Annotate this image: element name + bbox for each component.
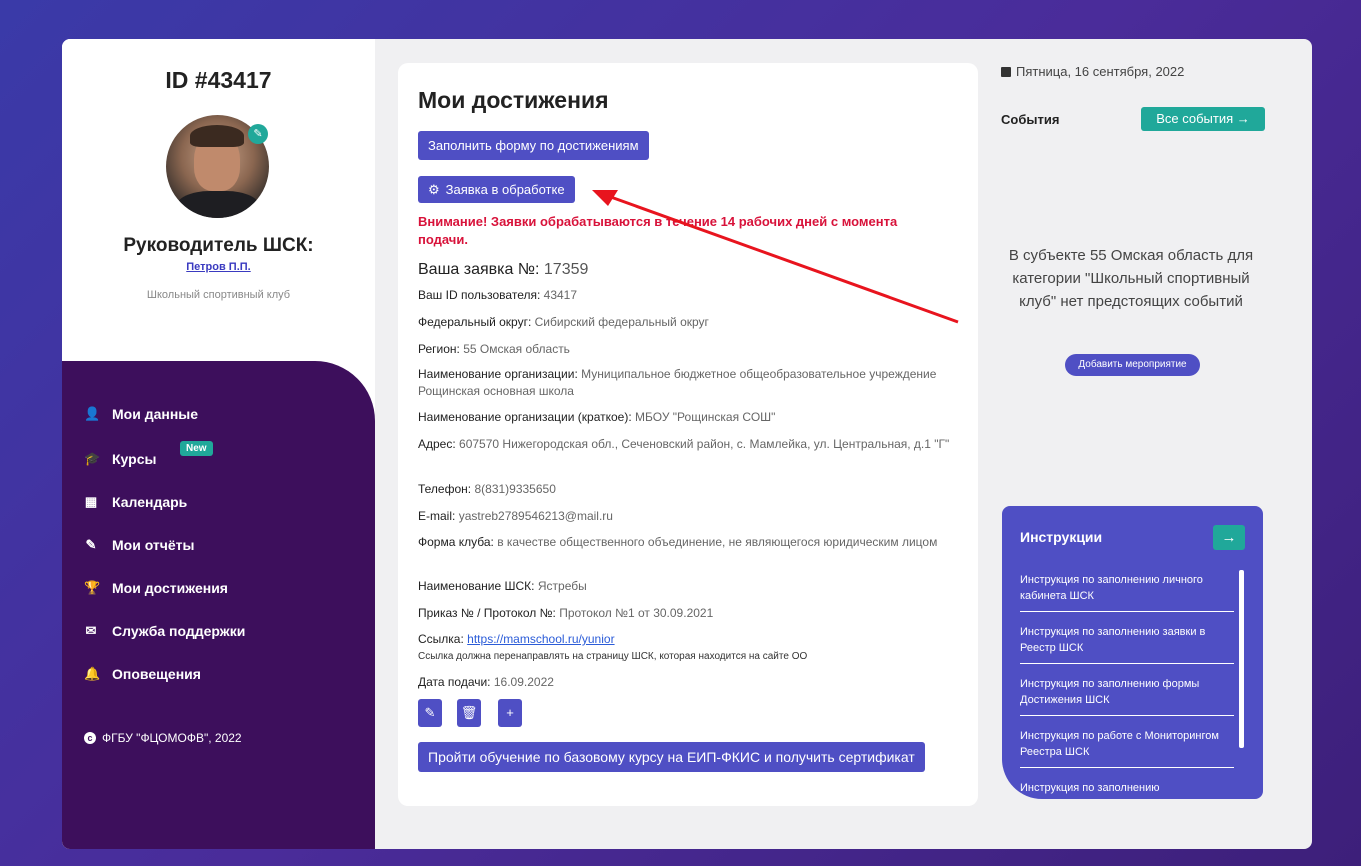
field-federal-district: Федеральный округ: Сибирский федеральный… (418, 315, 709, 329)
instructions-title: Инструкции (1020, 529, 1103, 545)
role-subtitle: Школьный спортивный клуб (146, 289, 291, 301)
add-event-button[interactable]: Добавить мероприятие (1065, 354, 1200, 376)
nav-item-notifications[interactable]: 🔔 Оповещения (84, 666, 201, 682)
field-org-name: Наименование организации: Муниципальное … (418, 367, 937, 398)
trash-icon: 🗑 (460, 705, 478, 720)
instruction-item[interactable]: Инструкция по заполнению (1020, 776, 1234, 799)
field-order: Приказ № / Протокол №: Протокол №1 от 30… (418, 606, 714, 620)
field-phone: Телефон: 8(831)9335650 (418, 482, 556, 496)
field-link: Ссылка: https://mamschool.ru/yunior (418, 632, 615, 646)
course-button[interactable]: Пройти обучение по базовому курсу на ЕИП… (418, 742, 925, 772)
edit-icon: ✎ (85, 537, 97, 552)
instructions-arrow-button[interactable]: → (1213, 525, 1245, 550)
nav-item-achievements[interactable]: 🏆 Мои достижения (84, 580, 228, 596)
field-org-short: Наименование организации (краткое): МБОУ… (418, 410, 776, 424)
copyright-icon: c (84, 732, 96, 744)
field-club-name: Наименование ШСК: Ястребы (418, 579, 587, 593)
envelope-icon: ✉ (85, 623, 97, 638)
sidebar: ID #43417 ✎ Руководитель ШСК: Петров П.П… (62, 39, 375, 849)
edit-avatar-icon[interactable]: ✎ (248, 124, 268, 144)
calendar-icon: ▦ (84, 494, 98, 509)
events-title: События (1001, 112, 1060, 127)
field-submit-date: Дата подачи: 16.09.2022 (418, 675, 554, 689)
page-title: Мои достижения (418, 87, 609, 113)
instruction-item[interactable]: Инструкция по заполнению личного кабинет… (1020, 568, 1234, 612)
edit-button[interactable]: ✎ (418, 699, 442, 727)
instructions-list: Инструкция по заполнению личного кабинет… (1020, 568, 1234, 799)
fill-form-button[interactable]: Заполнить форму по достижениям (418, 131, 649, 160)
bell-icon: 🔔 (84, 666, 101, 681)
nav-item-reports[interactable]: ✎ Мои отчёты (84, 537, 195, 553)
user-id-title: ID #43417 (165, 67, 272, 93)
achievements-card: Мои достижения Заполнить форму по достиж… (398, 63, 978, 806)
calendar-icon (1001, 66, 1011, 77)
nav-item-calendar[interactable]: ▦ Календарь (84, 494, 187, 510)
new-badge: New (180, 441, 213, 456)
user-icon: 👤 (84, 406, 101, 421)
role-name-link[interactable]: Петров П.П. (62, 261, 375, 273)
file-plus-icon: + (506, 705, 514, 720)
warning-text: Внимание! Заявки обрабатываются в течени… (418, 214, 898, 247)
status-button[interactable]: ⚙ Заявка в обработке (418, 176, 575, 203)
graduation-cap-icon: 🎓 (84, 451, 101, 466)
add-file-button[interactable]: + (498, 699, 522, 727)
instruction-item[interactable]: Инструкция по работе с Мониторингом Реес… (1020, 724, 1234, 768)
gear-icon: ⚙ (428, 181, 440, 197)
instruction-item[interactable]: Инструкция по заполнению формы Достижени… (1020, 672, 1234, 716)
all-events-button[interactable]: Все события → (1141, 107, 1265, 131)
instructions-panel: Инструкции → Инструкция по заполнению ли… (1002, 506, 1263, 799)
trophy-icon: 🏆 (84, 580, 101, 595)
field-user-id: Ваш ID пользователя: 43417 (418, 288, 578, 302)
delete-button[interactable]: 🗑 (457, 699, 481, 727)
current-date: Пятница, 16 сентября, 2022 (1001, 64, 1184, 79)
field-address: Адрес: 607570 Нижегородская обл., Сечено… (418, 437, 950, 451)
nav-panel: 👤 Мои данные 🎓 Курсы New ▦ Календарь ✎ М… (62, 361, 375, 849)
field-email: E-mail: yastreb2789546213@mail.ru (418, 509, 613, 523)
application-number: Ваша заявка №: 17359 (418, 261, 589, 278)
nav-item-my-data[interactable]: 👤 Мои данные (84, 406, 198, 422)
field-region: Регион: 55 Омская область (418, 342, 570, 356)
no-events-text: В субъекте 55 Омская область для категор… (1008, 247, 1254, 310)
nav-item-support[interactable]: ✉ Служба поддержки (84, 623, 246, 639)
copyright: c ФГБУ "ФЦОМОФВ", 2022 (84, 731, 242, 745)
field-club-form: Форма клуба: в качестве общественного об… (418, 535, 938, 549)
instruction-item[interactable]: Инструкция по заполнению заявки в Реестр… (1020, 620, 1234, 664)
link-note: Ссылка должна перенаправлять на страницу… (418, 651, 808, 662)
app-shell: ID #43417 ✎ Руководитель ШСК: Петров П.П… (62, 39, 1312, 849)
role-title: Руководитель ШСК: (123, 235, 314, 256)
edit-icon: ✎ (424, 705, 436, 720)
nav-item-courses[interactable]: 🎓 Курсы (84, 451, 156, 467)
instructions-scrollbar[interactable] (1239, 570, 1244, 748)
club-link[interactable]: https://mamschool.ru/yunior (467, 632, 614, 646)
